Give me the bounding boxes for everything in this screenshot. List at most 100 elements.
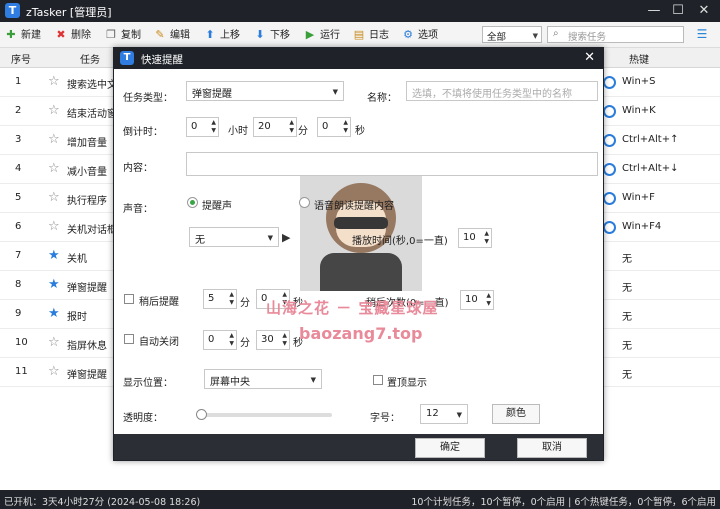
snooze-minutes-input[interactable]: 5 ▲ ▼ bbox=[203, 289, 237, 309]
log-icon: ▤ bbox=[353, 28, 365, 41]
toggle-icon[interactable] bbox=[603, 76, 616, 89]
toggle-icon[interactable] bbox=[603, 163, 616, 176]
hotkey-text: 无 bbox=[622, 370, 632, 381]
hotkey-text: Win+K bbox=[622, 105, 656, 116]
sound-label: 声音： bbox=[123, 204, 153, 215]
dialog-title: 快速提醒 bbox=[141, 54, 183, 66]
star-icon[interactable]: ☆ bbox=[48, 103, 60, 118]
star-icon[interactable]: ☆ bbox=[48, 219, 60, 234]
auto-close-checkbox[interactable] bbox=[124, 334, 134, 344]
star-icon[interactable]: ☆ bbox=[48, 335, 60, 350]
sound-radio-tts[interactable] bbox=[299, 197, 310, 208]
countdown-hours-input[interactable]: 0 ▲ ▼ bbox=[186, 117, 219, 137]
hotkey-text: Win+S bbox=[622, 76, 656, 87]
toggle-icon[interactable] bbox=[603, 192, 616, 205]
task-name: 报时 bbox=[67, 312, 87, 323]
position-label: 显示位置： bbox=[123, 378, 173, 389]
dialog-close-icon[interactable]: ✕ bbox=[584, 50, 595, 65]
row-number: 3 bbox=[15, 134, 22, 145]
countdown-seconds-input[interactable]: 0 ▲ ▼ bbox=[317, 117, 351, 137]
topmost-label: 置顶显示 bbox=[387, 378, 427, 389]
task-name: 减小音量 bbox=[67, 167, 107, 178]
edit-button[interactable]: ✎ 编辑 bbox=[153, 26, 190, 44]
gear-icon: ⚙ bbox=[403, 28, 413, 41]
hotkey-text: Ctrl+Alt+↑ bbox=[622, 134, 679, 145]
hotkey-text: Ctrl+Alt+↓ bbox=[622, 163, 679, 174]
toggle-icon[interactable] bbox=[603, 221, 616, 234]
hotkey-text: Win+F4 bbox=[622, 221, 662, 232]
opacity-slider[interactable] bbox=[200, 413, 332, 417]
toggle-icon[interactable] bbox=[603, 134, 616, 147]
auto-close-seconds-input[interactable]: 30 ▲ ▼ bbox=[256, 330, 290, 350]
run-button[interactable]: ▶ 运行 bbox=[303, 26, 340, 44]
star-icon[interactable]: ☆ bbox=[48, 364, 60, 379]
options-button[interactable]: ⚙ 选项 bbox=[401, 26, 438, 44]
new-button[interactable]: ✚ 新建 bbox=[4, 26, 41, 44]
star-icon[interactable]: ☆ bbox=[48, 132, 60, 147]
search-input[interactable]: ⌕ 搜索任务 bbox=[547, 26, 684, 43]
seconds-unit: 秒 bbox=[355, 126, 365, 137]
filter-select[interactable]: 全部 ▼ bbox=[482, 26, 542, 43]
play-duration-label: 播放时间(秒,0=一直) bbox=[352, 236, 448, 247]
task-name: 增加音量 bbox=[67, 138, 107, 149]
hotkey-text: 无 bbox=[622, 283, 632, 294]
star-icon[interactable]: ☆ bbox=[48, 190, 60, 205]
color-button[interactable]: 颜色 bbox=[492, 404, 540, 424]
col-header-hotkey: 热键 bbox=[629, 55, 649, 66]
list-view-icon[interactable]: ☰ bbox=[692, 26, 712, 43]
chevron-down-icon: ▼ bbox=[532, 32, 538, 40]
sound-select[interactable]: 无 ▼ bbox=[189, 227, 279, 247]
app-logo-icon: T bbox=[5, 3, 20, 18]
snooze-checkbox[interactable] bbox=[124, 294, 134, 304]
delete-button[interactable]: ✖ 删除 bbox=[54, 26, 91, 44]
close-button[interactable]: ✕ bbox=[694, 2, 714, 20]
star-icon[interactable]: ★ bbox=[48, 248, 60, 263]
row-number: 1 bbox=[15, 76, 22, 87]
opacity-slider-handle[interactable] bbox=[196, 409, 207, 420]
spinner-arrows-icon: ▲ ▼ bbox=[289, 119, 294, 134]
row-number: 5 bbox=[15, 192, 22, 203]
name-input[interactable]: 选填，不填将使用任务类型中的名称 bbox=[406, 81, 598, 101]
log-button[interactable]: ▤ 日志 bbox=[352, 26, 389, 44]
hotkey-text: 无 bbox=[622, 341, 632, 352]
font-size-label: 字号： bbox=[370, 413, 400, 424]
topmost-checkbox[interactable] bbox=[373, 375, 383, 385]
row-number: 2 bbox=[15, 105, 22, 116]
chevron-down-icon: ▼ bbox=[267, 234, 273, 242]
font-size-select[interactable]: 12 ▼ bbox=[420, 404, 468, 424]
move-up-button[interactable]: ⬆ 上移 bbox=[203, 26, 240, 44]
position-select[interactable]: 屏幕中央 ▼ bbox=[204, 369, 322, 389]
auto-close-minutes-input[interactable]: 0 ▲ ▼ bbox=[203, 330, 237, 350]
star-icon[interactable]: ☆ bbox=[48, 74, 60, 89]
sound-option-chime: 提醒声 bbox=[202, 201, 232, 212]
snooze-count-input[interactable]: 10 ▲ ▼ bbox=[460, 290, 494, 310]
ok-button[interactable]: 确定 bbox=[415, 438, 485, 458]
task-type-select[interactable]: 弹窗提醒 ▼ bbox=[186, 81, 344, 101]
sound-radio-chime[interactable] bbox=[187, 197, 198, 208]
play-duration-input[interactable]: 10 ▲ ▼ bbox=[458, 228, 492, 248]
cancel-button[interactable]: 取消 bbox=[517, 438, 587, 458]
spinner-arrows-icon: ▲ ▼ bbox=[282, 332, 287, 347]
countdown-minutes-input[interactable]: 20 ▲ ▼ bbox=[253, 117, 297, 137]
row-number: 9 bbox=[15, 308, 22, 319]
minimize-button[interactable]: — bbox=[644, 2, 664, 20]
task-summary-text: 10个计划任务，10个暂停，0个启用 | 6个热键任务，0个暂停，6个启用 bbox=[411, 497, 716, 508]
watermark-text: 山海之花 － 宝藏星球屋 bbox=[266, 299, 439, 317]
star-icon[interactable]: ★ bbox=[48, 306, 60, 321]
content-input[interactable] bbox=[186, 152, 598, 176]
task-name: 结束活动窗口 bbox=[67, 109, 115, 120]
move-down-button[interactable]: ⬇ 下移 bbox=[253, 26, 290, 44]
countdown-label: 倒计时： bbox=[123, 127, 163, 138]
maximize-button[interactable]: ☐ bbox=[668, 2, 688, 20]
play-sound-icon[interactable]: ▶ bbox=[282, 231, 290, 244]
spinner-arrows-icon: ▲ ▼ bbox=[343, 119, 348, 134]
minutes-unit: 分 bbox=[298, 126, 308, 137]
delete-icon: ✖ bbox=[56, 28, 66, 41]
col-header-task: 任务 bbox=[80, 55, 100, 66]
star-icon[interactable]: ★ bbox=[48, 277, 60, 292]
col-header-no: 序号 bbox=[11, 55, 31, 66]
star-icon[interactable]: ☆ bbox=[48, 161, 60, 176]
task-name: 弹窗提醒 bbox=[67, 283, 107, 294]
copy-button[interactable]: ❐ 复制 bbox=[104, 26, 141, 44]
toggle-icon[interactable] bbox=[603, 105, 616, 118]
